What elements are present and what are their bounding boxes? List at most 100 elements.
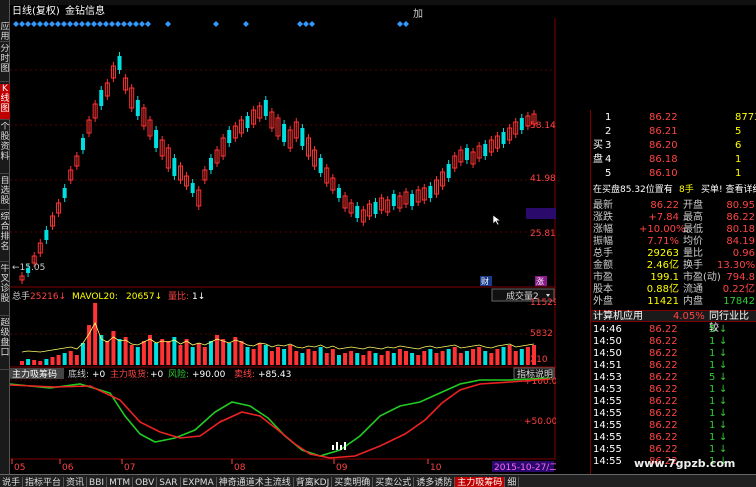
bottom-tab-8[interactable]: 神奇通道术主流线 xyxy=(217,477,294,487)
kline-chart[interactable]: 58.1441.9831.5725.81←15.05财涨总手25216↓MAVO… xyxy=(9,18,559,474)
indicator-label[interactable]: 金钻信息 xyxy=(65,6,105,17)
volume-bar xyxy=(532,345,536,365)
candle-body xyxy=(355,206,360,218)
tick-row: 14:50 86.22 1 ↓ xyxy=(591,348,756,360)
candle-body xyxy=(227,130,232,143)
tick-time: 14:50 xyxy=(593,348,622,359)
volume-bar xyxy=(184,339,189,365)
tick-price: 86.22 xyxy=(649,432,678,443)
volume-bar xyxy=(233,337,238,365)
volume-bar xyxy=(300,353,305,365)
candle-body xyxy=(391,194,396,206)
order-note-text: 在买盘85.32位置有 xyxy=(593,185,673,195)
tick-price: 86.22 xyxy=(649,396,678,407)
tick-volume: 5 xyxy=(709,372,716,383)
sell-level-row[interactable]: 盘 4 86.18 1 xyxy=(591,154,756,166)
volume-bar xyxy=(477,347,482,365)
volume-bar xyxy=(471,349,476,365)
tick-row: 14:50 86.22 1 ↓ xyxy=(591,336,756,348)
vol-ma-label: MAVOL20: xyxy=(72,292,118,302)
bottom-tab-14[interactable]: 细 xyxy=(505,477,520,487)
tick-time: 14:55 xyxy=(593,396,622,407)
stat-value: 80.18 xyxy=(726,224,755,235)
bottom-tab-11[interactable]: 买卖公式 xyxy=(373,477,415,487)
volume-bar xyxy=(276,347,280,365)
bottom-tab-10[interactable]: 买卖明确 xyxy=(332,477,374,487)
tick-volume: 1 xyxy=(709,384,716,395)
month-label: 05 xyxy=(14,463,25,473)
down-arrow-icon: ↓ xyxy=(719,396,728,407)
left-tab-7[interactable]: 超级盘口 xyxy=(0,318,10,370)
volume-bar xyxy=(519,349,524,365)
volume-bar xyxy=(141,341,146,365)
volume-bar xyxy=(20,361,24,365)
candle-body xyxy=(263,100,268,116)
volume-bar xyxy=(62,353,67,365)
bottom-tab-13[interactable]: 主力吸筹码 xyxy=(455,477,506,487)
volume-bar xyxy=(196,343,201,365)
bottom-tab-12[interactable]: 诱多诱防 xyxy=(414,477,456,487)
left-tab-5[interactable]: 综合排名 xyxy=(0,212,10,262)
volume-bar xyxy=(74,355,79,365)
add-button[interactable]: 加 xyxy=(413,5,429,20)
tick-row: 14:53 86.22 1 ↓ xyxy=(591,384,756,396)
sell-level-row[interactable]: 1 86.22 8773 xyxy=(591,112,756,124)
quote-stat-row: 市盈 199.1 市盈(动) 794.8 xyxy=(591,272,756,284)
absorb-signal-bar xyxy=(344,442,346,450)
price-axis-label: 41.98 xyxy=(530,174,556,184)
left-tab-4[interactable]: 自选股 xyxy=(0,176,10,210)
sell-level-row[interactable]: 买 3 86.20 6 xyxy=(591,140,756,152)
bottom-tab-5[interactable]: OBV xyxy=(133,477,158,487)
bottom-tab-9[interactable]: 背离KDJ xyxy=(294,477,333,487)
volume-bar xyxy=(269,351,274,365)
sell-level-index: 5 xyxy=(605,168,612,179)
quote-stat-row: 最新 86.22 开盘 80.95 xyxy=(591,200,756,212)
left-tab-0[interactable]: 应用 xyxy=(0,22,10,42)
order-note-row[interactable]: 在买盘85.32位置有 8手 买单! 查看详细 xyxy=(591,184,756,196)
volume-bar xyxy=(32,360,37,365)
left-tab-1[interactable]: 分时图 xyxy=(0,44,10,82)
left-tab-2[interactable]: K线图 xyxy=(0,84,10,120)
volume-bar xyxy=(160,339,165,365)
quote-stat-row: 外盘 11421 内盘 17842 xyxy=(591,296,756,308)
tick-time: 14:53 xyxy=(593,384,622,395)
stat-value: +10.00% xyxy=(639,224,686,235)
tick-time: 14:50 xyxy=(593,336,622,347)
bottom-tab-1[interactable]: 指标平台 xyxy=(23,477,65,487)
stat-label: 量比 xyxy=(683,248,703,259)
sell-level-volume: 8773 xyxy=(735,112,756,123)
mouse-cursor-icon xyxy=(492,214,502,226)
stat-value: 86.22 xyxy=(650,200,679,211)
sell-side-label: 买 xyxy=(593,140,603,151)
current-price-marker xyxy=(526,208,556,219)
tick-volume: 1 xyxy=(709,348,716,359)
indicator-field-label: 主力吸货: xyxy=(110,368,149,380)
bottom-tab-0[interactable]: 说手 xyxy=(0,477,24,487)
indicator-axis-label: +50.00 xyxy=(524,417,556,427)
left-tab-3[interactable]: 个股资料 xyxy=(0,122,10,174)
tick-volume: 5 xyxy=(709,324,716,335)
volume-bar xyxy=(221,339,226,365)
period-label[interactable]: 日线(复权) xyxy=(12,6,60,17)
bottom-tab-7[interactable]: EXPMA xyxy=(181,477,217,487)
stat-value: 199.1 xyxy=(650,272,679,283)
candle-body xyxy=(172,158,177,176)
tick-price: 86.22 xyxy=(649,444,678,455)
down-arrow-icon: ↓ xyxy=(719,336,728,347)
bottom-tab-4[interactable]: MTM xyxy=(107,477,134,487)
volume-bar xyxy=(489,353,494,365)
order-note-action[interactable]: 买单! 查看详细 xyxy=(701,184,756,196)
vol-ma-value: 20657↓ xyxy=(126,292,162,302)
candle-body xyxy=(282,124,287,142)
finance-tag-label: 财 xyxy=(481,276,489,286)
bottom-tab-3[interactable]: BBI xyxy=(87,477,108,487)
left-tab-6[interactable]: 牛叉诊股 xyxy=(0,264,10,316)
sector-bar[interactable]: 计算机应用 4.05% 同行业比较 xyxy=(591,310,756,334)
volume-bar xyxy=(379,355,384,365)
sell-level-row[interactable]: 5 86.10 1 xyxy=(591,168,756,180)
bottom-tab-2[interactable]: 资讯 xyxy=(64,477,88,487)
stat-value: 0.96 xyxy=(732,248,755,259)
sell-level-row[interactable]: 2 86.21 5 xyxy=(591,126,756,138)
bottom-tab-6[interactable]: SAR xyxy=(157,477,181,487)
volume-bar xyxy=(50,357,55,365)
